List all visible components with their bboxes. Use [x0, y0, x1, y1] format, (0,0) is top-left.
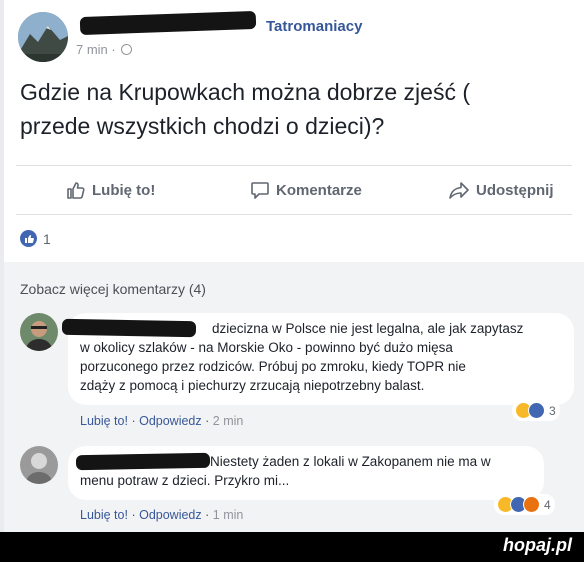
post-text-line: Gdzie na Krupowkach można dobrze zjeść (	[20, 79, 470, 105]
thumbs-up-icon	[67, 182, 85, 199]
mountain-photo-icon	[18, 12, 68, 62]
person-photo-icon	[20, 313, 58, 351]
like-button[interactable]: Lubię to!	[66, 180, 155, 200]
comment-like-link[interactable]: Lubię to!	[80, 414, 128, 428]
comment-like-link[interactable]: Lubię to!	[80, 508, 128, 522]
share-button-label: Udostępnij	[476, 181, 554, 199]
post-time[interactable]: 7 min	[76, 42, 108, 57]
angry-icon	[523, 496, 540, 513]
comment-time[interactable]: 2 min	[213, 414, 244, 428]
divider	[16, 214, 572, 215]
globe-icon	[121, 44, 133, 55]
comment-actions: Lubię to! · Odpowiedz · 2 min	[80, 414, 244, 428]
comment-line: menu potraw z dzieci. Przykro mi...	[80, 473, 290, 488]
post-meta: 7 min ·	[76, 42, 133, 57]
watermark-logo: hopaj.pl	[503, 535, 572, 555]
comment-icon	[251, 182, 269, 199]
comment-actions: Lubię to! · Odpowiedz · 1 min	[80, 508, 244, 522]
comment-button[interactable]: Komentarze	[250, 180, 362, 200]
share-button[interactable]: Udostępnij	[448, 180, 554, 200]
divider	[16, 165, 572, 166]
comment-line: zdąży z pomocą i piechurzy zrzucają niep…	[80, 378, 425, 393]
group-name-link[interactable]: Tatromaniacy	[266, 18, 362, 35]
redacted-commenter-name	[61, 318, 197, 338]
page-avatar[interactable]	[18, 12, 68, 62]
like-icon	[528, 402, 545, 419]
commenter-avatar[interactable]	[20, 446, 58, 484]
redacted-commenter-name	[75, 452, 211, 471]
comment-reply-link[interactable]: Odpowiedz	[139, 508, 202, 522]
comment-reaction-count: 3	[549, 403, 556, 418]
watermark-bar: hopaj.pl	[0, 532, 584, 562]
post-text: Gdzie na Krupowkach można dobrze zjeść (…	[20, 75, 584, 143]
reactions-summary[interactable]: 1	[20, 230, 51, 247]
see-more-comments-link[interactable]: Zobacz więcej komentarzy (4)	[20, 281, 206, 297]
post-card: Tatromaniacy 7 min · Gdzie na Krupowkach…	[4, 0, 584, 532]
comment-reactions[interactable]: 4	[494, 494, 555, 515]
comment-button-label: Komentarze	[276, 181, 362, 199]
commenter-avatar[interactable]	[20, 313, 58, 351]
redacted-author-name	[79, 10, 257, 36]
like-button-label: Lubię to!	[92, 181, 156, 199]
comment-time[interactable]: 1 min	[213, 508, 244, 522]
reactions-count: 1	[43, 230, 51, 247]
comment-reactions[interactable]: 3	[512, 400, 560, 421]
comment-reaction-count: 4	[544, 497, 551, 512]
post-text-line: przede wszystkich chodzi o dzieci)?	[20, 113, 385, 139]
comment-line: w okolicy szlaków - na Morskie Oko - pow…	[80, 340, 453, 355]
comment-reply-link[interactable]: Odpowiedz	[139, 414, 202, 428]
like-icon	[20, 230, 37, 247]
person-photo-icon	[20, 446, 58, 484]
share-icon	[449, 182, 469, 199]
comment-line: porzuconego przez rodziców. Próbuj po zm…	[80, 359, 466, 374]
